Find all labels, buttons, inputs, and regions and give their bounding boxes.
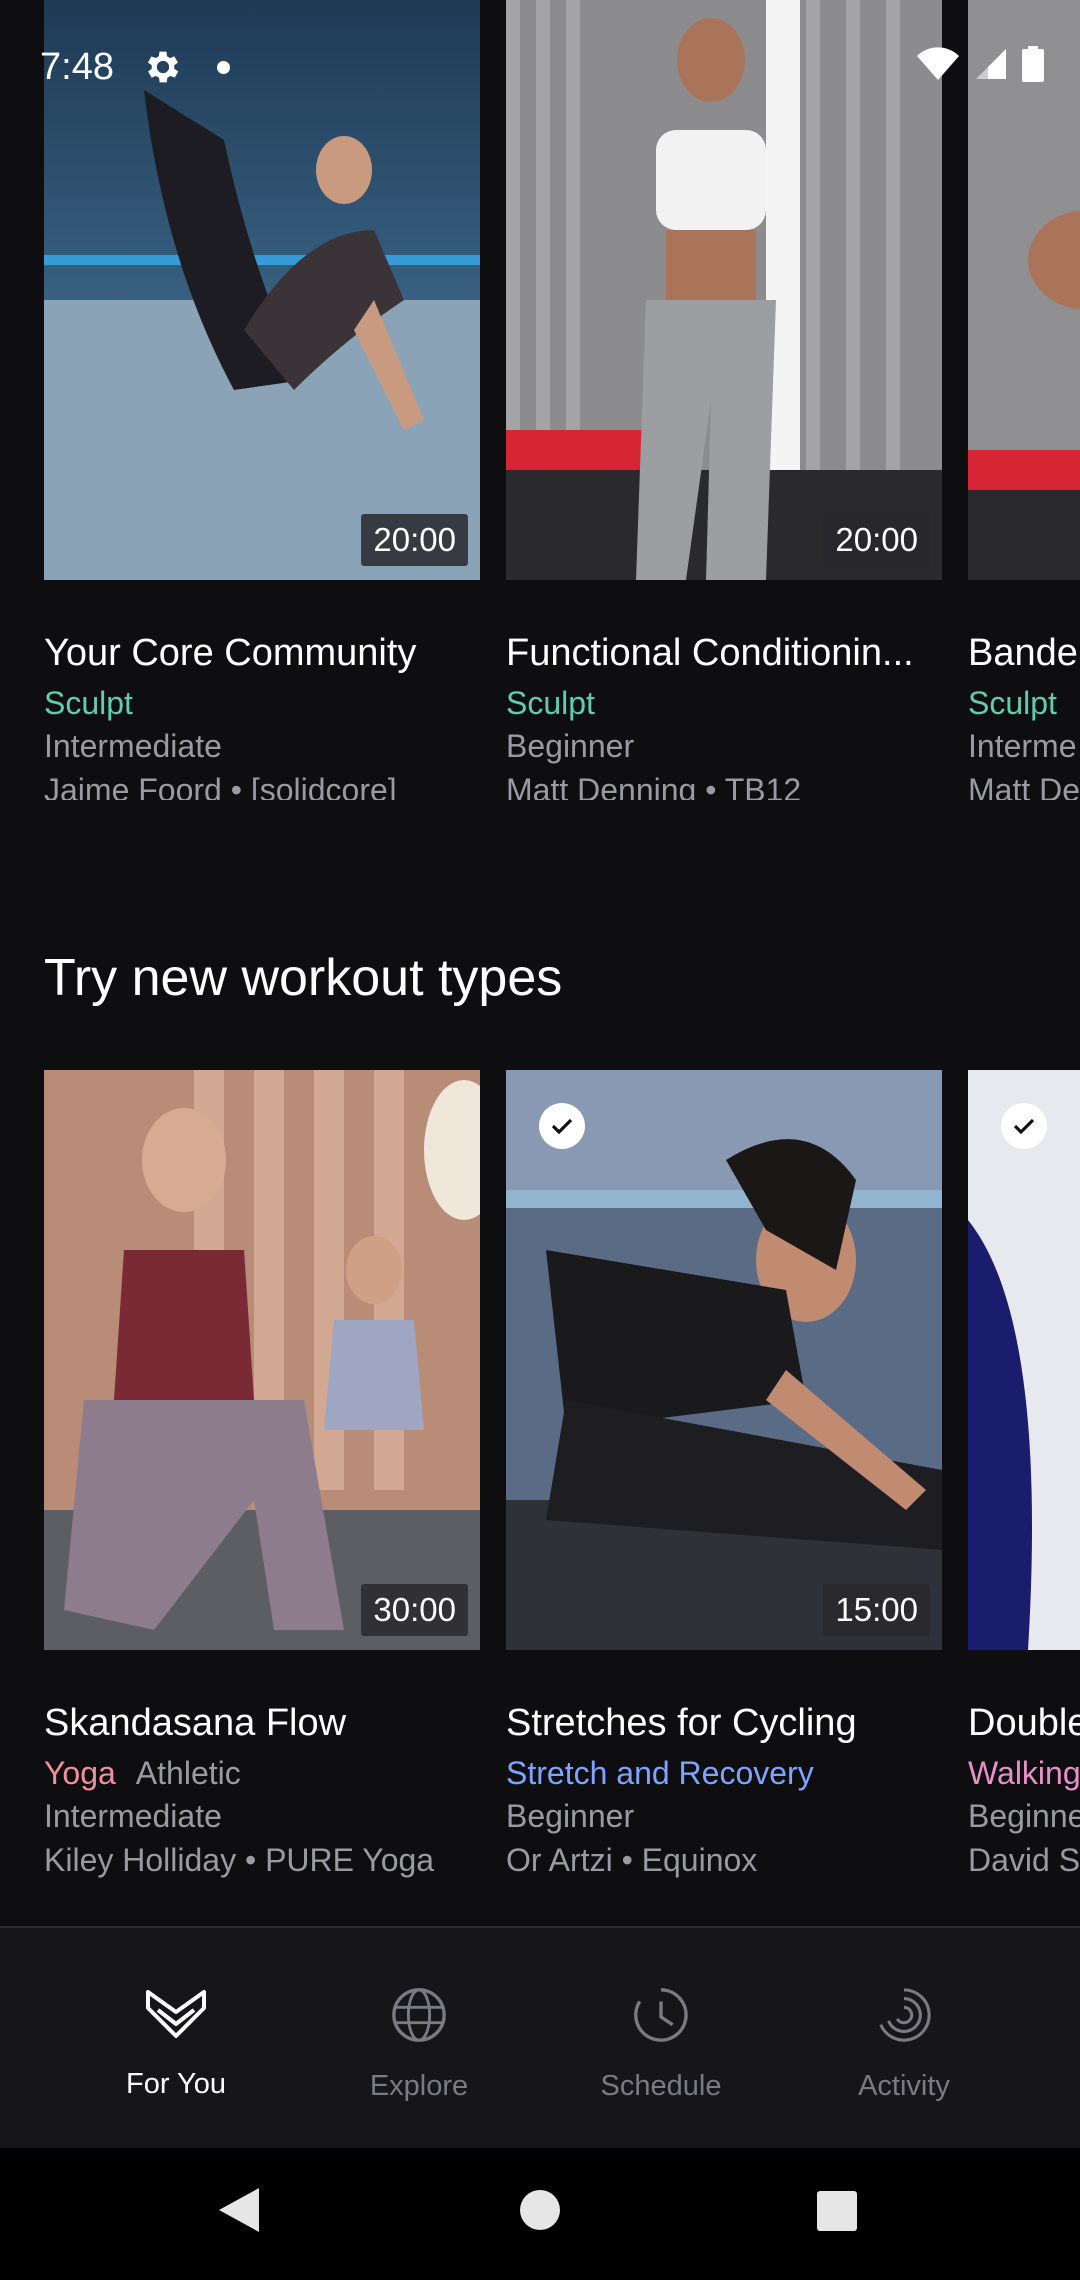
workout-level: Beginner [506,728,635,764]
workout-instructor: Matt De [968,772,1080,800]
workout-category: Sculpt [44,685,133,721]
duration-badge: 20:00 [361,514,468,566]
workout-category: Sculpt [506,685,595,721]
bottom-nav: For You Explore Schedule Activity [0,1926,1080,2150]
workout-secondary-category: Athletic [135,1755,241,1791]
duration-badge: 15:00 [823,1584,930,1636]
workout-card[interactable]: Double Walking Beginne David S [968,1070,1080,1882]
settings-gear-icon [147,51,179,83]
wifi-icon [917,47,959,80]
workout-category: Sculpt [968,685,1057,721]
workout-thumbnail[interactable]: 30:00 [44,1070,480,1650]
workout-title: Bande [968,632,1078,674]
cell-signal-icon [976,49,1006,79]
workout-title: Skandasana Flow [44,1702,347,1744]
status-time: 7:48 [40,46,114,88]
nav-label: Explore [369,2070,469,2102]
completed-check-icon [539,1103,585,1149]
nav-label: Schedule [600,2070,722,2102]
workout-tags: Stretch and Recovery [506,1752,942,1794]
status-bar: 7:48 [0,0,1080,132]
workout-tags: Sculpt [44,682,480,724]
status-icons [916,46,1044,82]
workout-tags: Walking [968,1752,1080,1794]
workout-level: Intermediate [44,728,222,764]
battery-icon [1022,46,1044,82]
workout-level: Beginne [968,1798,1080,1834]
workout-image-yoga [44,1070,480,1650]
workout-image-walking [968,1070,1080,1650]
workout-title: Double [968,1702,1080,1744]
workout-instructor: Or Artzi • Equinox [506,1842,758,1878]
workout-level: Beginner [506,1798,635,1834]
nav-for-you[interactable]: For You [76,1986,276,2101]
workout-category: Yoga [44,1755,116,1791]
workout-category: Walking [968,1755,1080,1791]
nav-label: Activity [858,2070,950,2102]
duration-badge: 20:00 [823,514,930,566]
workout-title: Your Core Community [44,632,417,674]
workout-instructor: David S [968,1842,1080,1878]
workout-title: Stretches for Cycling [506,1702,857,1744]
workout-tags: Sculpt [968,682,1080,724]
workout-shelf-new-types[interactable]: 30:00 Skandasana Flow Yoga Athletic Inter… [0,1070,1080,1916]
workout-card[interactable]: 15:00 Stretches for Cycling Stretch and … [506,1070,942,1882]
globe-icon [392,1988,446,2042]
workout-category: Stretch and Recovery [506,1755,814,1791]
nav-schedule[interactable]: Schedule [561,1986,761,2103]
heart-chevron-icon [146,1990,206,2038]
back-triangle-icon[interactable] [215,2184,263,2236]
workout-instructor: Jaime Foord • [solidcore] [44,772,397,800]
workout-image-stretch [506,1070,942,1650]
workout-card[interactable]: 30:00 Skandasana Flow Yoga Athletic Inter… [44,1070,480,1882]
nav-activity[interactable]: Activity [804,1986,1004,2103]
workout-tags: Yoga Athletic [44,1752,480,1794]
completed-check-icon [1001,1103,1047,1149]
workout-thumbnail[interactable] [968,1070,1080,1650]
nav-label: For You [126,2068,226,2100]
workout-instructor: Kiley Holliday • PURE Yoga [44,1842,435,1878]
workout-level: Interme [968,728,1077,764]
workout-level: Intermediate [44,1798,222,1834]
home-circle-icon[interactable] [518,2188,562,2232]
workout-tags: Sculpt [506,682,942,724]
workout-thumbnail[interactable]: 15:00 [506,1070,942,1650]
nav-explore[interactable]: Explore [319,1986,519,2103]
section-heading: Try new workout types [44,949,563,1007]
clock-icon [634,1988,688,2042]
duration-badge: 30:00 [361,1584,468,1636]
workout-title: Functional Conditionin... [506,632,914,674]
system-nav-bar [0,2148,1080,2280]
activity-rings-icon [879,1988,931,2042]
notification-dot-icon [217,61,230,74]
workout-instructor: Matt Denning • TB12 [506,772,802,800]
recents-square-icon[interactable] [816,2190,858,2232]
